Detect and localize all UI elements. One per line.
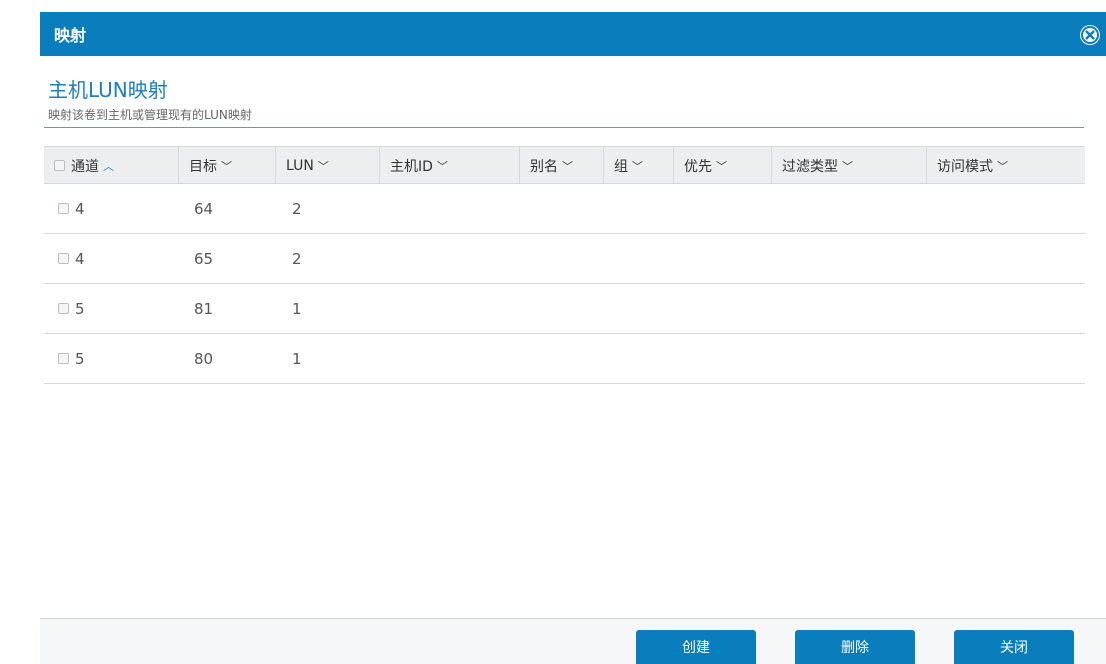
chevron-down-icon: ﹀ [317,159,329,173]
lun-cell: 2 [292,249,302,268]
table-row[interactable]: 5 80 1 [44,334,1085,384]
row-checkbox[interactable] [58,353,69,364]
delete-button[interactable]: 删除 [795,630,915,664]
chevron-down-icon: ﹀ [997,159,1008,173]
column-header-priority[interactable]: 优先 ﹀ [674,147,772,184]
table-row[interactable]: 5 81 1 [44,284,1085,334]
dialog-footer [40,619,1106,664]
lun-cell: 1 [292,299,302,318]
target-cell: 81 [194,299,214,318]
chevron-down-icon: ﹀ [716,159,727,173]
table-row[interactable]: 4 64 2 [44,184,1085,234]
close-button[interactable]: 关闭 [954,630,1074,664]
mapping-dialog: 映射 主机LUN映射 映射该卷到主机或管理现有的LUN映射 通道 ︿ 目标 ﹀ … [0,0,1106,664]
column-header-filter-type[interactable]: 过滤类型 ﹀ [772,147,927,184]
column-header-alias[interactable]: 别名 ﹀ [520,147,604,184]
column-header-lun[interactable]: LUN ﹀ [276,147,380,184]
channel-cell: 5 [75,299,85,318]
close-icon[interactable] [1080,25,1100,45]
column-label: 过滤类型 [782,158,838,175]
column-label: 目标 [189,158,217,175]
row-checkbox[interactable] [58,203,69,214]
column-label: 主机ID [390,158,433,175]
heading-divider [44,127,1084,128]
chevron-down-icon: ﹀ [842,159,853,173]
column-label: 优先 [684,158,712,175]
chevron-down-icon: ﹀ [632,159,643,173]
table-row[interactable]: 4 65 2 [44,234,1085,284]
column-header-channel[interactable]: 通道 ︿ [44,147,179,184]
lun-cell: 1 [292,349,302,368]
channel-cell: 4 [75,249,85,268]
lun-cell: 2 [292,199,302,218]
chevron-down-icon: ﹀ [221,159,232,173]
column-label: 访问模式 [937,158,993,175]
row-checkbox[interactable] [58,303,69,314]
select-all-checkbox[interactable] [54,160,65,171]
chevron-down-icon: ﹀ [436,159,448,173]
column-label: 别名 [530,158,558,175]
left-gutter [0,0,40,664]
channel-cell: 4 [75,199,85,218]
section-subheading: 映射该卷到主机或管理现有的LUN映射 [48,108,252,122]
table-header: 通道 ︿ 目标 ﹀ LUN ﹀ 主机ID ﹀ 别名 ﹀ 组 ﹀ 优先 ﹀ 过滤类… [44,146,1085,184]
column-header-access-mode[interactable]: 访问模式 ﹀ [927,147,1085,184]
channel-cell: 5 [75,349,85,368]
target-cell: 64 [194,199,214,218]
chevron-down-icon: ﹀ [562,159,573,173]
target-cell: 65 [194,249,214,268]
lun-mapping-table: 通道 ︿ 目标 ﹀ LUN ﹀ 主机ID ﹀ 别名 ﹀ 组 ﹀ 优先 ﹀ 过滤类… [44,146,1085,384]
sort-ascending-icon: ︿ [103,159,114,173]
column-label: 组 [614,158,628,175]
row-checkbox[interactable] [58,253,69,264]
section-heading: 主机LUN映射 [48,78,168,102]
column-label: 通道 [71,158,99,175]
column-header-target[interactable]: 目标 ﹀ [179,147,276,184]
column-label: LUN [286,157,314,174]
column-header-host-id[interactable]: 主机ID ﹀ [380,147,520,184]
dialog-title: 映射 [54,26,87,45]
create-button[interactable]: 创建 [636,630,756,664]
column-header-group[interactable]: 组 ﹀ [604,147,674,184]
target-cell: 80 [194,349,214,368]
dialog-titlebar: 映射 [40,12,1106,56]
